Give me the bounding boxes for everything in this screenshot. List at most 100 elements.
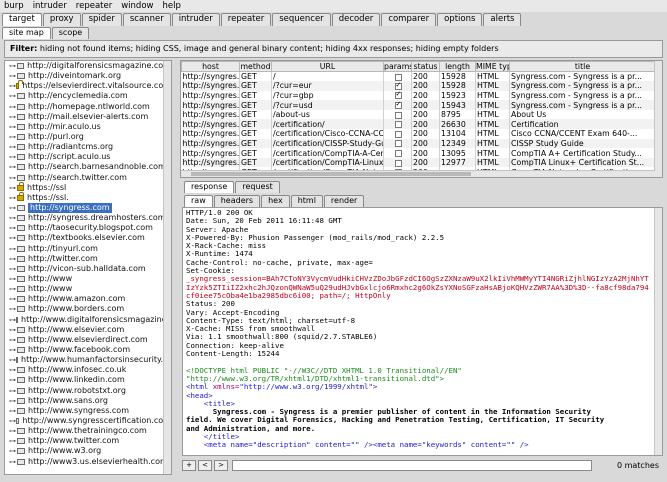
tab-hex[interactable]: hex <box>261 195 290 207</box>
search-options-button[interactable]: + <box>182 460 196 471</box>
column-header[interactable]: status <box>411 61 440 72</box>
expand-handle-icon[interactable]: ⊶ <box>9 203 17 213</box>
expand-handle-icon[interactable]: ⊶ <box>9 162 17 172</box>
table-row[interactable]: http://syngres...GET/certification/CompT… <box>181 157 656 168</box>
tab-site-map[interactable]: site map <box>2 27 51 39</box>
expand-handle-icon[interactable]: ⊶ <box>9 284 17 294</box>
tab-response[interactable]: response <box>184 181 235 193</box>
site-map-node[interactable]: ⊶ http://syngress.com <box>5 203 171 214</box>
expand-handle-icon[interactable]: ⊶ <box>9 264 17 274</box>
expand-handle-icon[interactable]: ⊶ <box>9 183 17 193</box>
tab-scanner[interactable]: scanner <box>122 13 171 26</box>
site-map-node[interactable]: ⊶ http://www.elsevierdirect.com <box>5 335 171 345</box>
table-scroll-thumb[interactable] <box>191 172 471 176</box>
expand-handle-icon[interactable]: ⊶ <box>9 91 17 101</box>
expand-handle-icon[interactable]: ⊶ <box>9 406 17 416</box>
site-map-node[interactable]: ⊶ http://www.sans.org <box>5 396 171 406</box>
site-map-node[interactable]: ⊶ https://ssl <box>5 181 171 193</box>
expand-handle-icon[interactable]: ⊶ <box>9 375 17 385</box>
menu-intruder[interactable]: intruder <box>33 1 67 11</box>
column-header[interactable]: MIME type <box>475 61 510 72</box>
search-previous-button[interactable]: < <box>198 460 212 471</box>
tab-intruder[interactable]: intruder <box>171 13 220 26</box>
tab-spider[interactable]: spider <box>81 13 122 26</box>
tab-raw[interactable]: raw <box>184 195 213 207</box>
column-header[interactable]: URL <box>271 61 384 72</box>
expand-handle-icon[interactable]: ⊶ <box>9 173 17 183</box>
menu-repeater[interactable]: repeater <box>76 1 112 11</box>
tab-scope[interactable]: scope <box>51 27 90 39</box>
site-map-node[interactable]: ⊶ http://mir.aculo.us <box>5 122 171 132</box>
tab-target[interactable]: target <box>2 13 42 26</box>
site-map-node[interactable]: ⊶ http://www.facebook.com <box>5 345 171 355</box>
expand-handle-icon[interactable]: ⊶ <box>9 81 16 91</box>
tab-decoder[interactable]: decoder <box>331 13 381 26</box>
site-map-node[interactable]: ⊶ http://mail.elsevier-alerts.com <box>5 112 171 122</box>
table-row[interactable]: http://syngres...GET/?cur=gbp 20015923HTM… <box>181 90 656 101</box>
site-map-node[interactable]: ⊶ https://elsevierdirect.vitalsource.com <box>5 80 171 91</box>
menu-burp[interactable]: burp <box>4 1 24 11</box>
site-map-node[interactable]: ⊶ http://www.linkedin.com <box>5 375 171 385</box>
table-row[interactable]: http://syngres... GET/certification/Cisco… <box>181 129 656 139</box>
expand-handle-icon[interactable]: ⊶ <box>9 274 17 284</box>
site-map-node[interactable]: ⊶ http://www.twitter.com <box>5 436 171 446</box>
column-header[interactable]: length <box>439 61 476 72</box>
site-map-node[interactable]: ⊶ http://www.thetrainingco.com <box>5 426 171 436</box>
expand-handle-icon[interactable]: ⊶ <box>9 416 16 426</box>
expand-handle-icon[interactable]: ⊶ <box>9 61 17 71</box>
raw-response-view[interactable]: HTTP/1.0 200 OK Date: Sun, 20 Feb 2011 1… <box>182 207 663 456</box>
table-row[interactable]: http://syngres... GET/certification/CISSP… <box>181 138 656 149</box>
expand-handle-icon[interactable]: ⊶ <box>9 446 17 456</box>
site-map-node[interactable]: ⊶ http://www.infosec.co.uk <box>5 365 171 375</box>
expand-handle-icon[interactable]: ⊶ <box>9 142 17 152</box>
tab-headers[interactable]: headers <box>213 195 261 207</box>
menu-help[interactable]: help <box>162 1 180 11</box>
site-map-node[interactable]: ⊶ http://twitter.com <box>5 254 171 264</box>
expand-handle-icon[interactable]: ⊶ <box>9 233 17 243</box>
table-row[interactable]: http://syngres...GET/?cur=eur 20015928HTM… <box>181 81 656 91</box>
column-header[interactable]: host <box>181 61 240 72</box>
site-map-node[interactable]: ⊶ http://digitalforensicsmagazine.com <box>5 61 171 71</box>
menu-window[interactable]: window <box>121 1 153 11</box>
site-map-node[interactable]: ⊶ http://tinyurl.com <box>5 244 171 254</box>
request-table[interactable]: hostmethodURLparamsstatuslengthMIME type… <box>180 60 663 178</box>
site-map-node[interactable]: ⊶ http://script.aculo.us <box>5 152 171 162</box>
expand-handle-icon[interactable]: ⊶ <box>9 396 17 406</box>
expand-handle-icon[interactable]: ⊶ <box>9 223 17 233</box>
expand-handle-icon[interactable]: ⊶ <box>9 315 16 325</box>
column-header[interactable]: title <box>509 61 656 72</box>
column-header[interactable]: method <box>239 61 272 72</box>
site-map-node[interactable]: ⊶ http://www.syngress.com <box>5 406 171 416</box>
site-map-node[interactable]: ⊶ http://search.twitter.com <box>5 173 171 183</box>
expand-handle-icon[interactable]: ⊶ <box>9 193 17 203</box>
site-map-node[interactable]: ⊶ http://diveintomark.org <box>5 71 171 81</box>
expand-handle-icon[interactable]: ⊶ <box>9 365 17 375</box>
expand-handle-icon[interactable]: ⊶ <box>9 152 17 162</box>
site-map-node[interactable]: ⊶ https://ssl. <box>5 191 171 203</box>
table-horizontal-scrollbar[interactable] <box>181 170 655 177</box>
tab-alerts[interactable]: alerts <box>483 13 522 26</box>
site-map-node[interactable]: ⊶ http://www.robotstxt.org <box>5 386 171 396</box>
site-map-node[interactable]: ⊶ http://encyclemedia.com <box>5 91 171 101</box>
expand-handle-icon[interactable]: ⊶ <box>9 426 17 436</box>
site-map-node[interactable]: ⊶ http://www.w3.org <box>5 446 171 456</box>
search-input[interactable] <box>232 460 592 471</box>
tab-comparer[interactable]: comparer <box>381 13 437 26</box>
site-map-node[interactable]: ⊶ http://textbooks.elsevier.com <box>5 233 171 243</box>
site-map-node[interactable]: ⊶ http://vicon-sub.halldata.com <box>5 264 171 274</box>
expand-handle-icon[interactable]: ⊶ <box>9 294 17 304</box>
table-vertical-scrollbar[interactable] <box>654 61 662 177</box>
table-row[interactable]: http://syngres... GET/about-us 200 8795 HTML… <box>181 109 656 120</box>
expand-handle-icon[interactable]: ⊶ <box>9 325 17 335</box>
expand-handle-icon[interactable]: ⊶ <box>9 102 17 112</box>
table-row[interactable]: http://syngres...GET/certification/CompT… <box>181 148 656 158</box>
expand-handle-icon[interactable]: ⊶ <box>9 386 17 396</box>
tab-request[interactable]: request <box>235 181 280 193</box>
expand-handle-icon[interactable]: ⊶ <box>9 436 17 446</box>
table-row[interactable]: http://syngres... GET/certification/200 26… <box>181 119 656 130</box>
expand-handle-icon[interactable]: ⊶ <box>9 122 17 132</box>
expand-handle-icon[interactable]: ⊶ <box>9 304 17 314</box>
site-map-node[interactable]: ⊶ http://www.digitalforensicsmagazine.com <box>5 315 171 325</box>
expand-handle-icon[interactable]: ⊶ <box>9 355 16 365</box>
filter-bar[interactable]: Filter: hiding not found items; hiding C… <box>4 40 663 58</box>
